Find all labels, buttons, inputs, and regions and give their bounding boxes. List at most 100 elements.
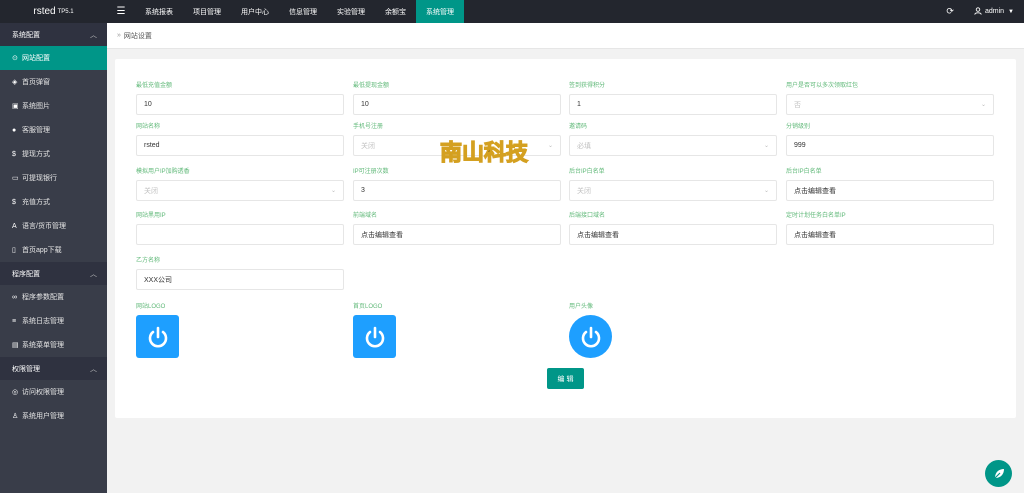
app-name: rsted [33, 6, 56, 17]
image-icon: ▣ [12, 103, 19, 110]
sidebar-item-access-permissions[interactable]: ◎ 访问权限管理 [0, 380, 107, 404]
field-signin-points: 签到获得积分 1 [569, 81, 777, 115]
frontend-domain-input[interactable]: 点击编辑查看 [353, 224, 561, 245]
menu-icon: ▤ [12, 342, 19, 349]
field-site-name: 网站名称 rsted [136, 122, 344, 156]
sidebar-item-recharge-method[interactable]: $ 充值方式 [0, 190, 107, 214]
sidebar-item-system-logs[interactable]: ≡ 系统日志管理 [0, 309, 107, 333]
field-label: 网站LOGO [136, 304, 166, 310]
user-avatar-upload[interactable] [569, 315, 612, 358]
field-label: 最低充值金额 [136, 83, 173, 89]
chevron-down-icon: ⌄ [547, 143, 553, 149]
admin-ip-whitelist-input[interactable]: 点击编辑查看 [786, 180, 994, 201]
sidebar-item-label: 首页弹窗 [22, 79, 50, 86]
chevron-up-icon: ︿ [90, 270, 97, 278]
sidebar-item-withdraw-method[interactable]: $ 提现方式 [0, 142, 107, 166]
sidebar-item-home-popup[interactable]: ◈ 首页弹窗 [0, 70, 107, 94]
edit-button[interactable]: 编 辑 [547, 368, 584, 389]
sidebar-group-permissions[interactable]: 权限管理 ︿ [0, 357, 107, 380]
multi-redpacket-select[interactable]: 否 ⌄ [786, 94, 994, 115]
top-right: ⟳ admin ▼ [946, 0, 1014, 23]
field-label: 网站黑用IP [136, 213, 166, 219]
chevron-down-icon: ⌄ [763, 188, 769, 194]
backend-domain-input[interactable]: 点击编辑查看 [569, 224, 777, 245]
field-multi-redpacket: 用户是否可以多次领取红包 否 ⌄ [786, 81, 994, 115]
topnav-item-system[interactable]: 系统管理 [416, 0, 464, 23]
hamburger-icon[interactable]: ☰ [107, 0, 135, 23]
invite-code-select[interactable]: 必填 ⌄ [569, 135, 777, 156]
phone-icon: ▯ [12, 247, 16, 254]
simulate-user-ip-select[interactable]: 关闭 ⌄ [136, 180, 344, 201]
sidebar-item-label: 可提现银行 [22, 175, 57, 182]
font-icon: A [12, 222, 17, 230]
cron-ip-whitelist-input[interactable]: 点击编辑查看 [786, 224, 994, 245]
sidebar-group-label: 系统配置 [12, 31, 40, 39]
breadcrumb-current[interactable]: 网站设置 [124, 31, 152, 41]
site-name-input[interactable]: rsted [136, 135, 344, 156]
chevron-down-icon[interactable]: ▼ [1008, 9, 1014, 15]
blocked-ip-input[interactable] [136, 224, 344, 245]
field-min-recharge: 最低充值金额 10 [136, 81, 344, 115]
topnav-item-yuebao[interactable]: 余额宝 [375, 0, 416, 23]
sidebar-item-app-download[interactable]: ▯ 首页app下载 [0, 238, 107, 262]
sidebar-item-language-currency[interactable]: A 语言/货币管理 [0, 214, 107, 238]
field-label: 首页LOGO [353, 304, 383, 310]
sidebar-item-label: 系统用户管理 [22, 413, 64, 420]
min-recharge-input[interactable]: 10 [136, 94, 344, 115]
field-site-logo: 网站LOGO [136, 302, 179, 358]
sidebar-item-program-params[interactable]: ∞ 程序参数配置 [0, 285, 107, 309]
field-label: 分销级别 [786, 124, 811, 130]
topnav-item-reports[interactable]: 系统报表 [135, 0, 183, 23]
sidebar-item-label: 客服管理 [22, 127, 50, 134]
sidebar-item-label: 系统菜单管理 [22, 342, 64, 349]
admin-ip-whitelist-select[interactable]: 关闭 ⌄ [569, 180, 777, 201]
sidebar-item-system-menu[interactable]: ▤ 系统菜单管理 [0, 333, 107, 357]
select-value: 关闭 [144, 187, 158, 195]
field-label: 签到获得积分 [569, 83, 606, 89]
sidebar-item-label: 首页app下载 [22, 247, 62, 254]
site-logo-upload[interactable] [136, 315, 179, 358]
top-bar: rsted TP5.1 ☰ 系统报表 项目管理 用户中心 信息管理 实验管理 余额… [0, 0, 1024, 23]
sidebar-group-label: 程序配置 [12, 270, 40, 278]
topnav-item-users[interactable]: 用户中心 [231, 0, 279, 23]
field-user-avatar: 用户头像 [569, 302, 612, 358]
sidebar-item-label: 访问权限管理 [22, 389, 64, 396]
sidebar-item-customer-service[interactable]: ● 客服管理 [0, 118, 107, 142]
app-version: TP5.1 [57, 8, 74, 15]
user-menu[interactable]: admin [985, 8, 1004, 15]
home-logo-upload[interactable] [353, 315, 396, 358]
topnav-item-experiment[interactable]: 实验管理 [327, 0, 375, 23]
min-withdraw-input[interactable]: 10 [353, 94, 561, 115]
user-icon: ♙ [12, 413, 19, 420]
sidebar-group-label: 权限管理 [12, 365, 40, 373]
field-label: 后台IP白名单 [786, 169, 822, 175]
sidebar-group-program-config[interactable]: 程序配置 ︿ [0, 262, 107, 285]
field-label: 后端接口域名 [569, 213, 606, 219]
sidebar-item-label: 充值方式 [22, 199, 50, 206]
floating-action-button[interactable] [985, 460, 1012, 487]
topnav-item-projects[interactable]: 项目管理 [183, 0, 231, 23]
ip-register-limit-input[interactable]: 3 [353, 180, 561, 201]
signin-points-input[interactable]: 1 [569, 94, 777, 115]
sidebar-item-site-config[interactable]: ⊙ 网站配置 [0, 46, 107, 70]
sidebar-group-system-config[interactable]: 系统配置 ︿ [0, 23, 107, 46]
sidebar-item-system-users[interactable]: ♙ 系统用户管理 [0, 404, 107, 428]
field-backend-domain: 后端接口域名 点击编辑查看 [569, 211, 777, 245]
dollar-icon: $ [12, 198, 16, 206]
sidebar-item-withdraw-banks[interactable]: ▭ 可提现银行 [0, 166, 107, 190]
refresh-icon[interactable]: ⟳ [946, 6, 954, 17]
field-label: 定时计划任务白名单IP [786, 213, 846, 219]
field-simulate-user-ip: 模拟用户IP加购透香 关闭 ⌄ [136, 167, 344, 201]
chevron-down-icon: ⌄ [763, 143, 769, 149]
field-label: 网站名称 [136, 124, 161, 130]
chat-icon: ● [12, 126, 17, 134]
sidebar-item-system-images[interactable]: ▣ 系统图片 [0, 94, 107, 118]
chevron-up-icon: ︿ [90, 365, 97, 373]
select-value: 必填 [577, 142, 591, 150]
app-logo[interactable]: rsted TP5.1 [0, 0, 107, 23]
party-b-name-input[interactable]: XXX公司 [136, 269, 344, 290]
topnav-item-info[interactable]: 信息管理 [279, 0, 327, 23]
field-admin-ip-whitelist: 后台IP白名单 点击编辑查看 [786, 167, 994, 201]
card-icon: ▭ [12, 175, 19, 182]
distribution-level-input[interactable]: 999 [786, 135, 994, 156]
